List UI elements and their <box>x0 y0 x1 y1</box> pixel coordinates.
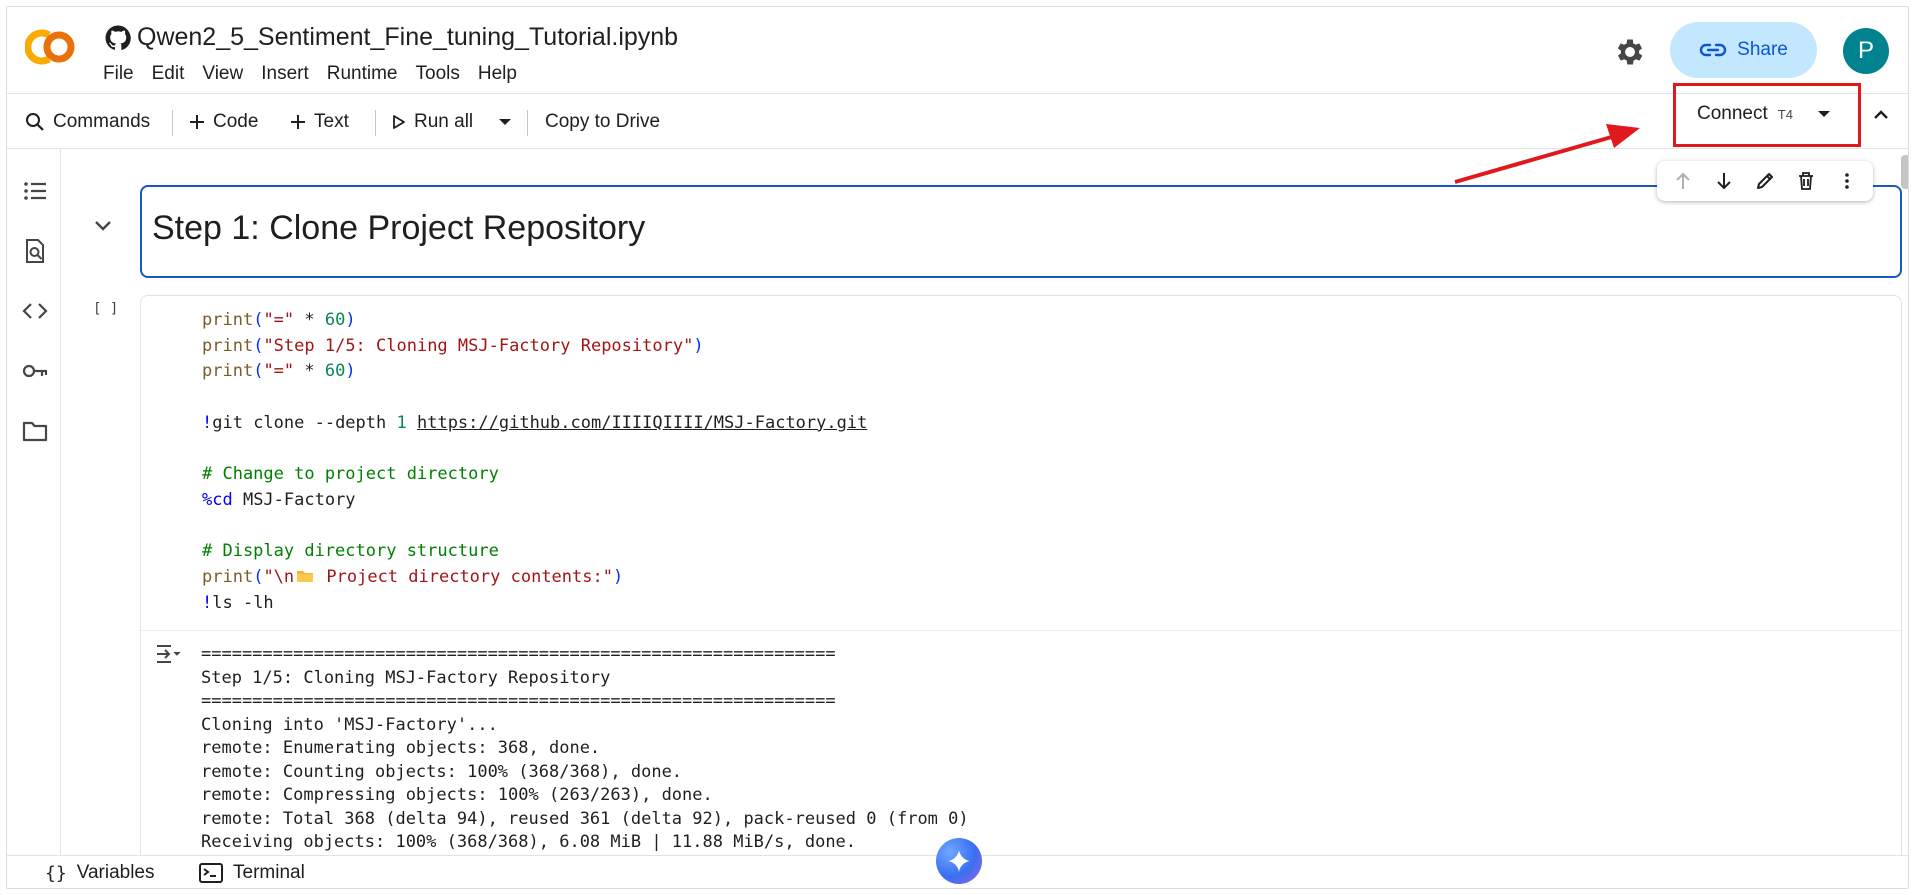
delete-trash-icon[interactable] <box>1795 170 1817 192</box>
runtime-badge: T4 <box>1777 106 1793 122</box>
toolbar-divider <box>527 110 528 136</box>
notebook-content: Step 1: Clone Project Repository [ ] pri… <box>61 149 1908 855</box>
share-label: Share <box>1737 39 1788 60</box>
cell-output: ========================================… <box>201 643 969 855</box>
copy-to-drive-button[interactable]: Copy to Drive <box>545 94 660 150</box>
vertical-scrollbar[interactable] <box>1901 155 1908 189</box>
table-of-contents-icon[interactable] <box>21 177 49 205</box>
move-cell-up-icon[interactable] <box>1672 170 1694 192</box>
colab-window: Qwen2_5_Sentiment_Fine_tuning_Tutorial.i… <box>6 6 1909 889</box>
code-snippets-icon[interactable] <box>21 297 49 325</box>
output-line: Receiving objects: 100% (368/368), 6.08 … <box>201 832 857 852</box>
copy-to-drive-label: Copy to Drive <box>545 111 661 132</box>
cell-toolbar <box>1657 161 1873 201</box>
run-all-label: Run all <box>414 111 474 132</box>
plus-icon <box>291 115 305 129</box>
commands-button[interactable]: Commands <box>25 94 150 150</box>
braces-icon: {} <box>45 862 67 884</box>
output-line: Step 1/5: Cloning MSJ-Factory Repository <box>201 667 611 688</box>
output-line: Cloning into 'MSJ-Factory'... <box>201 714 498 735</box>
add-code-button[interactable]: Code <box>189 94 258 150</box>
menu-edit[interactable]: Edit <box>152 63 185 85</box>
more-options-icon[interactable] <box>1836 170 1858 192</box>
code-line: !ls -lh <box>202 592 274 613</box>
gemini-sparkle-button[interactable] <box>936 838 982 884</box>
search-icon <box>26 113 44 131</box>
play-icon <box>393 115 405 129</box>
text-label: Text <box>314 111 349 132</box>
code-line: # Change to project directory <box>202 464 499 485</box>
link-icon <box>1700 43 1727 57</box>
toolbar-divider <box>375 110 376 136</box>
plus-icon <box>190 115 204 129</box>
colab-logo[interactable] <box>25 27 83 67</box>
connect-runtime-button[interactable]: Connect T4 <box>1697 86 1831 142</box>
output-line: ========================================… <box>201 691 836 711</box>
output-line: ========================================… <box>201 644 836 664</box>
output-divider <box>141 630 1901 631</box>
find-replace-icon[interactable] <box>21 237 49 265</box>
variables-label: Variables <box>76 862 155 883</box>
output-line: remote: Counting objects: 100% (368/368)… <box>201 761 683 782</box>
settings-gear-icon[interactable] <box>1613 35 1647 69</box>
output-line: remote: Enumerating objects: 368, done. <box>201 738 601 758</box>
commands-label: Commands <box>53 111 151 132</box>
left-sidebar <box>7 149 61 855</box>
code-editor[interactable]: print("=" * 60) print("Step 1/5: Cloning … <box>202 308 867 616</box>
menu-help[interactable]: Help <box>478 63 517 85</box>
output-line: remote: Compressing objects: 100% (263/2… <box>201 785 713 805</box>
share-button[interactable]: Share <box>1670 22 1817 78</box>
header: Qwen2_5_Sentiment_Fine_tuning_Tutorial.i… <box>7 7 1908 93</box>
github-icon <box>105 25 131 50</box>
terminal-button[interactable]: Terminal <box>199 862 305 884</box>
code-line: print("=" * 60) <box>202 361 356 382</box>
notebook-toolbar: Commands Code Text Run all Copy to Drive <box>7 93 1908 149</box>
menu-insert[interactable]: Insert <box>261 63 309 85</box>
code-line: print("Step 1/5: Cloning MSJ-Factory Rep… <box>202 335 704 356</box>
code-line: !git clone --depth 1 https://github.com/… <box>202 412 868 433</box>
toolbar-divider <box>172 110 173 136</box>
code-line: # Display directory structure <box>202 541 499 562</box>
secrets-key-icon[interactable] <box>21 357 49 385</box>
notebook-title[interactable]: Qwen2_5_Sentiment_Fine_tuning_Tutorial.i… <box>137 23 678 52</box>
connect-dropdown-icon[interactable] <box>1817 110 1831 118</box>
run-cell-button[interactable]: [ ] <box>93 301 118 317</box>
code-label: Code <box>213 111 259 132</box>
connect-label: Connect <box>1697 103 1768 124</box>
sparkle-icon <box>948 850 970 872</box>
collapse-header-chevron-icon[interactable] <box>1872 106 1890 124</box>
section-heading: Step 1: Clone Project Repository <box>152 209 646 247</box>
collapse-section-chevron-icon[interactable] <box>93 219 113 233</box>
menu-runtime[interactable]: Runtime <box>327 63 398 85</box>
code-line: print("\n Project directory contents:") <box>202 567 624 588</box>
menu-bar: File Edit View Insert Runtime Tools Help <box>103 63 535 85</box>
output-line: remote: Total 368 (delta 94), reused 361… <box>201 808 969 829</box>
folder-emoji-icon <box>297 571 314 583</box>
move-cell-down-icon[interactable] <box>1713 170 1735 192</box>
code-line: %cd MSJ-Factory <box>202 489 356 510</box>
output-actions-icon[interactable] <box>154 642 182 668</box>
run-all-button[interactable]: Run all <box>392 94 473 150</box>
avatar[interactable]: P <box>1843 28 1889 74</box>
edit-pencil-icon[interactable] <box>1754 170 1776 192</box>
run-options-dropdown-icon[interactable] <box>498 118 512 126</box>
files-folder-icon[interactable] <box>21 417 49 445</box>
code-cell[interactable]: print("=" * 60) print("Step 1/5: Cloning … <box>140 295 1902 855</box>
variables-button[interactable]: {} Variables <box>45 862 155 884</box>
terminal-label: Terminal <box>233 862 305 883</box>
repo-url-link[interactable]: https://github.com/IIIIQIIII/MSJ-Factory… <box>417 413 867 433</box>
terminal-icon <box>199 863 223 883</box>
add-text-button[interactable]: Text <box>290 94 349 150</box>
menu-tools[interactable]: Tools <box>416 63 460 85</box>
menu-view[interactable]: View <box>202 63 243 85</box>
text-cell-selected[interactable]: Step 1: Clone Project Repository <box>140 185 1902 278</box>
menu-file[interactable]: File <box>103 63 134 85</box>
code-line: print("=" * 60) <box>202 310 356 330</box>
